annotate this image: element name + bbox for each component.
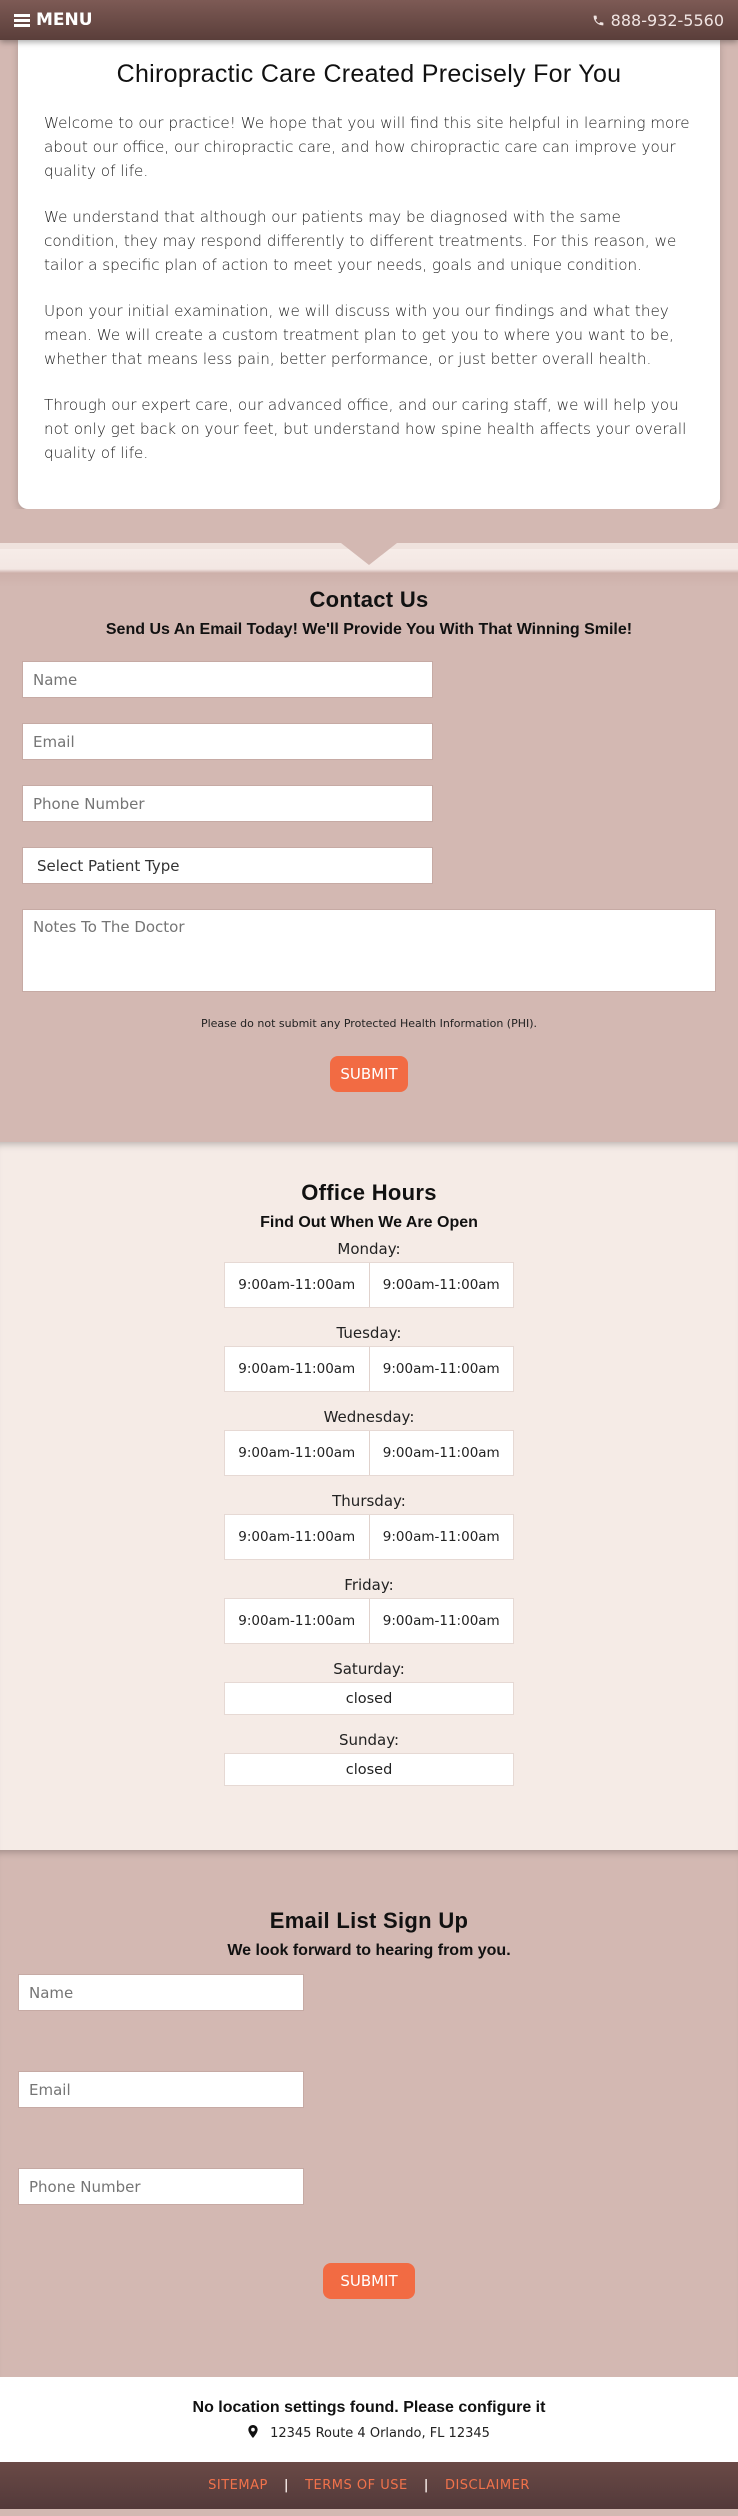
hours-cell-am: 9:00am-11:00am xyxy=(238,1361,356,1377)
contact-title: Contact Us xyxy=(309,587,429,612)
footer-separator: | xyxy=(423,2478,429,2493)
hours-cell-pm: 9:00am-11:00am xyxy=(368,1347,514,1391)
intro-paragraph: We understand that although our patients… xyxy=(44,208,677,274)
day-label: Monday: xyxy=(337,1240,401,1258)
hours-row: 9:00am-11:00am 9:00am-11:00am xyxy=(224,1262,514,1308)
contact-name-input[interactable] xyxy=(22,661,433,698)
day-label: Tuesday: xyxy=(336,1324,402,1342)
hours-row: 9:00am-11:00am 9:00am-11:00am xyxy=(224,1346,514,1392)
office-hours-section: Office Hours Find Out When We Are Open M… xyxy=(0,1142,738,1850)
section-divider xyxy=(0,509,738,587)
footer-link-sitemap[interactable]: SITEMAP xyxy=(208,2478,268,2493)
hours-cell-am: 9:00am-11:00am xyxy=(238,1445,356,1461)
hours-cell-pm: 9:00am-11:00am xyxy=(368,1263,514,1307)
hours-cell-pm: 9:00am-11:00am xyxy=(368,1515,514,1559)
contact-submit-button[interactable]: SUBMIT xyxy=(330,1056,408,1092)
notes-textarea[interactable] xyxy=(22,909,716,992)
hours-row: 9:00am-11:00am 9:00am-11:00am xyxy=(224,1514,514,1560)
hours-cell-pm: 9:00am-11:00am xyxy=(368,1599,514,1643)
footer-separator: | xyxy=(283,2478,290,2493)
day-label: Sunday: xyxy=(338,1731,400,1749)
hours-subtitle: Find Out When We Are Open xyxy=(260,1214,478,1231)
contact-subtitle: Send Us An Email Today! We'll Provide Yo… xyxy=(105,621,633,638)
location-warning: No location settings found. Please confi… xyxy=(192,2399,546,2416)
intro-title: Chiropractic Care Created Precisely For … xyxy=(116,60,622,88)
hours-title: Office Hours xyxy=(301,1180,437,1205)
phone-link[interactable]: 888-932-5560 xyxy=(592,11,724,30)
footer: SITEMAP | TERMS OF USE | DISCLAIMER xyxy=(0,2462,738,2509)
divider-arrow xyxy=(341,543,397,565)
contact-phone-input[interactable] xyxy=(22,785,433,822)
address-text: 12345 Route 4 Orlando, FL 12345 xyxy=(270,2426,490,2441)
intro-paragraph: Welcome to our practice! We hope that yo… xyxy=(44,114,690,180)
address-line: 12345 Route 4 Orlando, FL 12345 xyxy=(0,2425,738,2442)
menu-label: MENU xyxy=(36,10,93,30)
intro-paragraph: Upon your initial examination, we will d… xyxy=(44,302,674,368)
intro-section: Chiropractic Care Created Precisely For … xyxy=(0,40,738,509)
intro-paragraph: Through our expert care, our advanced of… xyxy=(44,396,687,462)
hours-cell-pm: 9:00am-11:00am xyxy=(368,1431,514,1475)
day-block-wednesday: Wednesday: 9:00am-11:00am 9:00am-11:00am xyxy=(0,1408,738,1476)
phone-number: 888-932-5560 xyxy=(610,10,724,30)
contact-form: Select Patient Type xyxy=(22,661,716,992)
closed-row: closed xyxy=(224,1682,514,1715)
day-block-thursday: Thursday: 9:00am-11:00am 9:00am-11:00am xyxy=(0,1492,738,1560)
email-signup-section: Email List Sign Up We look forward to he… xyxy=(0,1850,738,2377)
day-label: Friday: xyxy=(344,1576,394,1594)
day-label: Thursday: xyxy=(332,1492,406,1510)
intro-card: Chiropractic Care Created Precisely For … xyxy=(18,40,720,509)
footer-link-disclaimer[interactable]: DISCLAIMER xyxy=(445,2478,530,2493)
contact-email-input[interactable] xyxy=(22,723,433,760)
signup-submit-button[interactable]: SUBMIT xyxy=(323,2263,415,2299)
patient-type-select[interactable]: Select Patient Type xyxy=(22,847,433,884)
signup-title: Email List Sign Up xyxy=(269,1908,469,1933)
closed-row: closed xyxy=(224,1753,514,1786)
phone-icon xyxy=(592,14,605,27)
hours-row: 9:00am-11:00am 9:00am-11:00am xyxy=(224,1430,514,1476)
phi-note: Please do not submit any Protected Healt… xyxy=(200,1017,538,1030)
day-label: Saturday: xyxy=(333,1660,405,1678)
menu-button[interactable]: MENU xyxy=(14,10,93,30)
day-block-saturday: Saturday: closed xyxy=(0,1660,738,1715)
day-block-sunday: Sunday: closed xyxy=(0,1731,738,1786)
day-label: Wednesday: xyxy=(323,1408,415,1426)
day-block-monday: Monday: 9:00am-11:00am 9:00am-11:00am xyxy=(0,1240,738,1308)
day-block-tuesday: Tuesday: 9:00am-11:00am 9:00am-11:00am xyxy=(0,1324,738,1392)
hours-cell-am: 9:00am-11:00am xyxy=(238,1613,356,1629)
contact-section: Contact Us Send Us An Email Today! We'll… xyxy=(0,587,738,1142)
day-block-friday: Friday: 9:00am-11:00am 9:00am-11:00am xyxy=(0,1576,738,1644)
signup-name-input[interactable] xyxy=(18,1974,304,2011)
hours-cell-am: 9:00am-11:00am xyxy=(238,1529,356,1545)
location-section: No location settings found. Please confi… xyxy=(0,2377,738,2462)
hours-cell-am: 9:00am-11:00am xyxy=(238,1277,356,1293)
signup-subtitle: We look forward to hearing from you. xyxy=(227,1942,511,1959)
map-pin-icon xyxy=(248,2425,258,2442)
hamburger-icon xyxy=(14,14,30,27)
hours-row: 9:00am-11:00am 9:00am-11:00am xyxy=(224,1598,514,1644)
signup-email-input[interactable] xyxy=(18,2071,304,2108)
signup-phone-input[interactable] xyxy=(18,2168,304,2205)
footer-link-terms[interactable]: TERMS OF USE xyxy=(305,2478,408,2493)
signup-form xyxy=(18,1974,720,2205)
top-bar: MENU 888-932-5560 xyxy=(0,0,738,40)
